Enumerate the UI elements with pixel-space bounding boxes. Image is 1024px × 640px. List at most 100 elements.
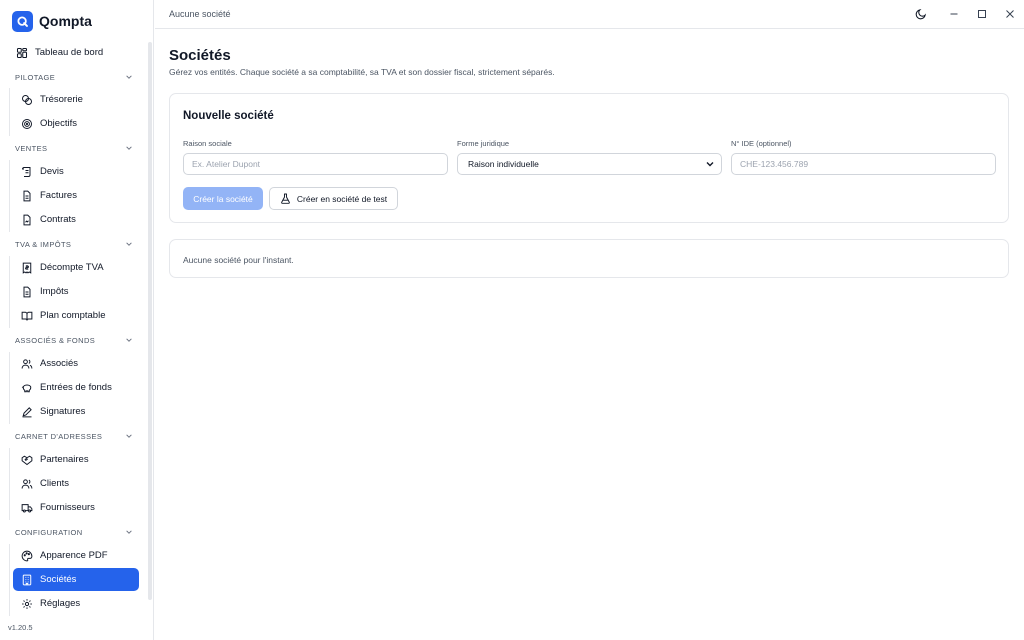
sidebar-item-reglages[interactable]: Réglages: [13, 592, 139, 615]
sidebar-item-signatures[interactable]: Signatures: [13, 400, 139, 423]
sidebar-item-label: Clients: [40, 478, 70, 489]
sidebar-item-label: Contrats: [40, 214, 76, 225]
sidebar-item-label: Tableau de bord: [35, 47, 104, 58]
sidebar-item-societes[interactable]: Sociétés: [13, 568, 139, 591]
section-rail: [9, 448, 10, 520]
section-carnet-adresses[interactable]: CARNET D'ADRESSES: [15, 429, 133, 443]
section-title: VENTES: [15, 143, 48, 153]
receipt-icon: [20, 261, 33, 274]
handshake-icon: [20, 453, 33, 466]
section-rail: [9, 544, 10, 616]
sidebar-item-label: Partenaires: [40, 454, 89, 465]
pen-icon: [20, 405, 33, 418]
section-title: ASSOCIÉS & FONDS: [15, 335, 96, 345]
sidebar-item-entrees-fonds[interactable]: Entrées de fonds: [13, 376, 139, 399]
users-icon: [20, 357, 33, 370]
truck-icon: [20, 501, 33, 514]
empty-state-text: Aucune société pour l'instant.: [183, 255, 294, 265]
sidebar-item-devis[interactable]: Devis: [13, 160, 139, 183]
sidebar-item-clients[interactable]: Clients: [13, 472, 139, 495]
close-icon[interactable]: [1002, 6, 1018, 22]
section-title: CONFIGURATION: [15, 527, 83, 537]
topbar: Aucune société: [155, 0, 1024, 29]
legal-form-value: Raison individuelle: [468, 159, 539, 169]
palette-icon: [20, 549, 33, 562]
section-rail: [9, 352, 10, 424]
sidebar-item-dashboard[interactable]: Tableau de bord: [8, 41, 134, 64]
section-title: PILOTAGE: [15, 72, 56, 82]
sidebar-item-label: Factures: [40, 190, 77, 201]
companies-list-card: Aucune société pour l'instant.: [169, 239, 1009, 278]
section-title: TVA & IMPÔTS: [15, 239, 72, 249]
section-associes-fonds[interactable]: ASSOCIÉS & FONDS: [15, 333, 133, 347]
sidebar-item-label: Décompte TVA: [40, 262, 104, 273]
gear-icon: [20, 597, 33, 610]
sidebar-item-label: Signatures: [40, 406, 86, 417]
sidebar-item-label: Impôts: [40, 286, 69, 297]
new-company-card: Nouvelle société Raison sociale Ex. Atel…: [169, 93, 1009, 223]
sidebar-item-label: Plan comptable: [40, 310, 106, 321]
create-company-button[interactable]: Créer la société: [183, 187, 263, 210]
legal-form-label: Forme juridique: [457, 139, 510, 148]
users-icon: [20, 477, 33, 490]
file-signature-icon: [20, 213, 33, 226]
company-name-input[interactable]: Ex. Atelier Dupont: [183, 153, 448, 175]
chevron-down-icon: [706, 162, 714, 167]
sidebar-item-label: Associés: [40, 358, 79, 369]
sidebar: Qompta Tableau de bord PILOTAGE Trésorer…: [0, 0, 154, 640]
section-title: CARNET D'ADRESSES: [15, 431, 103, 441]
chevron-down-icon: [126, 146, 132, 150]
sidebar-item-associes[interactable]: Associés: [13, 352, 139, 375]
main-content: Sociétés Gérez vos entités. Chaque socié…: [155, 30, 1024, 640]
sidebar-item-factures[interactable]: Factures: [13, 184, 139, 207]
dashboard-icon: [15, 46, 28, 59]
ide-label: N° IDE (optionnel): [731, 139, 792, 148]
section-ventes[interactable]: VENTES: [15, 141, 133, 155]
maximize-icon[interactable]: [974, 6, 990, 22]
chevron-down-icon: [126, 242, 132, 246]
section-configuration[interactable]: CONFIGURATION: [15, 525, 133, 539]
sidebar-item-label: Apparence PDF: [40, 550, 108, 561]
sidebar-item-impots[interactable]: Impôts: [13, 280, 139, 303]
sidebar-item-label: Entrées de fonds: [40, 382, 112, 393]
sidebar-item-fournisseurs[interactable]: Fournisseurs: [13, 496, 139, 519]
page-title: Sociétés: [169, 47, 231, 64]
sidebar-item-partenaires[interactable]: Partenaires: [13, 448, 139, 471]
sidebar-item-objectifs[interactable]: Objectifs: [13, 112, 139, 135]
chevron-down-icon: [126, 530, 132, 534]
sidebar-nav: Tableau de bord PILOTAGE Trésorerie Obje…: [0, 0, 150, 640]
coins-icon: [20, 93, 33, 106]
company-switcher[interactable]: Aucune société: [169, 9, 231, 19]
sidebar-scrollbar[interactable]: [148, 42, 152, 600]
sidebar-item-label: Devis: [40, 166, 64, 177]
ide-input[interactable]: CHE-123.456.789: [731, 153, 996, 175]
minimize-icon[interactable]: [946, 6, 962, 22]
sidebar-item-contrats[interactable]: Contrats: [13, 208, 139, 231]
section-pilotage[interactable]: PILOTAGE: [15, 70, 133, 84]
file-text-icon: [20, 285, 33, 298]
sidebar-item-label: Objectifs: [40, 118, 77, 129]
sidebar-item-decompte-tva[interactable]: Décompte TVA: [13, 256, 139, 279]
section-rail: [9, 160, 10, 232]
chevron-down-icon: [126, 338, 132, 342]
card-title: Nouvelle société: [183, 110, 274, 122]
section-rail: [9, 256, 10, 328]
book-open-icon: [20, 309, 33, 322]
theme-toggle-moon-icon[interactable]: [913, 6, 929, 22]
button-label: Créer en société de test: [296, 193, 388, 204]
legal-form-select[interactable]: Raison individuelle: [457, 153, 722, 175]
target-icon: [20, 117, 33, 130]
section-tva-impots[interactable]: TVA & IMPÔTS: [15, 237, 133, 251]
flask-icon: [280, 193, 291, 204]
sidebar-item-label: Fournisseurs: [40, 502, 95, 513]
sidebar-item-label: Trésorerie: [40, 94, 83, 105]
sidebar-item-apparence-pdf[interactable]: Apparence PDF: [13, 544, 139, 567]
create-test-company-button[interactable]: Créer en société de test: [269, 187, 398, 210]
sidebar-item-label: Sociétés: [40, 574, 77, 585]
file-text-icon: [20, 189, 33, 202]
sidebar-item-tresorerie[interactable]: Trésorerie: [13, 88, 139, 111]
app-version: v1.20.5: [8, 623, 33, 632]
piggy-bank-icon: [20, 381, 33, 394]
sidebar-item-label: Réglages: [40, 598, 81, 609]
sidebar-item-plan-comptable[interactable]: Plan comptable: [13, 304, 139, 327]
